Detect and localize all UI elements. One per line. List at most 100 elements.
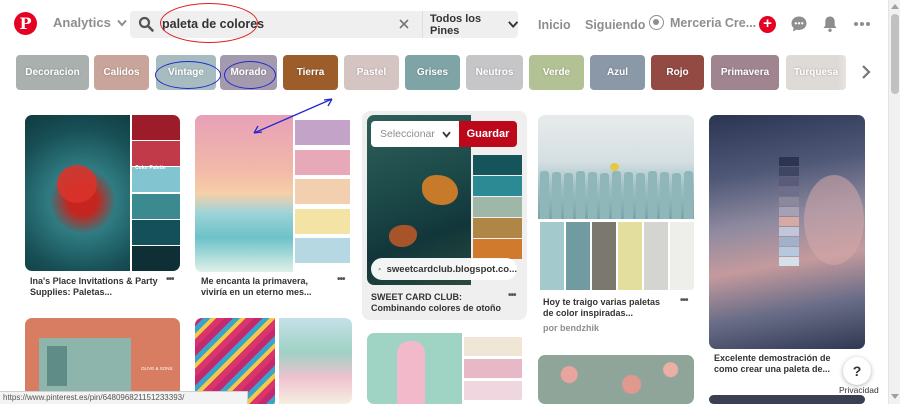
chip-tierra[interactable]: Tierra xyxy=(283,55,338,90)
help-button[interactable]: ? xyxy=(843,357,871,385)
pin-3-link-text: sweetcardclub.blogspot.co... xyxy=(386,263,517,275)
pin-5-palette-swatch xyxy=(779,197,799,206)
chevron-down-icon xyxy=(507,21,518,29)
fence-post xyxy=(600,173,609,219)
pin-4-palette-swatch xyxy=(540,222,564,290)
pin-10-image[interactable] xyxy=(709,395,865,404)
pinterest-logo[interactable]: P xyxy=(14,12,37,35)
more-options-icon[interactable] xyxy=(853,15,871,33)
messages-icon[interactable] xyxy=(790,15,808,33)
pin-2-palette-swatch xyxy=(295,179,350,204)
avatar xyxy=(649,15,664,30)
fence-post xyxy=(684,171,693,219)
pin-2-image[interactable] xyxy=(195,115,352,272)
pin-4-caption[interactable]: Hoy te traigo varias paletas de color in… xyxy=(543,297,673,319)
pin-3-palette-swatch xyxy=(473,176,522,196)
pin-5-palette-swatch xyxy=(779,157,799,166)
search-bar xyxy=(130,11,422,38)
pin-5-caption[interactable]: Excelente demostración de como crear una… xyxy=(714,353,834,375)
create-button[interactable]: + xyxy=(759,16,776,33)
popsicle xyxy=(397,341,425,404)
analytics-label: Analytics xyxy=(53,15,111,30)
pin-1-swatch-label: Color Palette xyxy=(135,165,166,171)
poppy-flower xyxy=(57,165,97,203)
pin-4-image[interactable] xyxy=(538,115,694,292)
chip-vintage[interactable]: Vintage xyxy=(156,55,216,90)
save-button[interactable]: Guardar xyxy=(459,121,517,147)
pin-1-more-icon[interactable]: ••• xyxy=(166,274,174,285)
search-input[interactable] xyxy=(162,14,392,34)
pin-1-palette-swatch xyxy=(132,193,180,219)
pin-5-palette-swatch xyxy=(779,227,799,236)
clear-search-icon[interactable] xyxy=(398,18,410,30)
chip-pastel[interactable]: Pastel xyxy=(344,55,399,90)
fence-post xyxy=(660,172,669,219)
vertical-scrollbar[interactable] xyxy=(888,0,900,404)
pin-4-palette-swatch xyxy=(566,222,590,290)
pin-2-more-icon[interactable]: ••• xyxy=(337,274,345,285)
scroll-down-arrow-icon[interactable] xyxy=(891,394,899,399)
pin-3-palette-swatch xyxy=(473,155,522,175)
pin-1-palette-swatch xyxy=(132,115,180,140)
pin-8-palette-swatch xyxy=(464,337,522,356)
pin-5-palette-swatch xyxy=(779,207,799,216)
scroll-thumb[interactable] xyxy=(891,14,899,94)
profile-link[interactable]: Merceria Cre... xyxy=(649,15,756,30)
nav-following[interactable]: Siguiendo xyxy=(585,18,645,32)
external-link-icon xyxy=(378,267,381,271)
chevron-right-icon[interactable] xyxy=(860,64,872,80)
pin-3-caption[interactable]: SWEET CARD CLUB: Combinando colores de o… xyxy=(371,292,511,314)
pin-1-image[interactable]: Color Palette xyxy=(25,115,180,271)
pin-5-palette-swatch xyxy=(779,217,799,226)
pin-4-more-icon[interactable]: ••• xyxy=(680,295,688,306)
search-scope-label: Todos los Pines xyxy=(430,12,482,37)
search-icon[interactable] xyxy=(138,16,154,32)
pin-2-palette-swatch xyxy=(295,238,350,263)
fence-post xyxy=(552,172,561,219)
pin-9-image[interactable] xyxy=(538,355,694,404)
chip-morado[interactable]: Morado xyxy=(220,55,277,90)
chip-azul[interactable]: Azul xyxy=(590,55,645,90)
board-select-dropdown[interactable]: Seleccionar xyxy=(371,121,459,147)
pin-2-caption[interactable]: Me encanta la primavera, viviría en un e… xyxy=(201,276,329,298)
fence-post xyxy=(576,171,585,219)
scroll-up-arrow-icon[interactable] xyxy=(891,4,899,9)
pin-1-palette-swatch xyxy=(132,246,180,271)
chip-rojo[interactable]: Rojo xyxy=(651,55,704,90)
storefront-door xyxy=(47,346,67,386)
profile-name: Merceria Cre... xyxy=(670,15,757,30)
pin-8-image[interactable] xyxy=(367,333,522,404)
pin-2-palette-swatch xyxy=(295,149,350,175)
nav-home[interactable]: Inicio xyxy=(538,18,571,32)
pin-3-palette-swatch xyxy=(473,197,522,217)
bird xyxy=(610,163,619,171)
pin-3-source-link[interactable]: sweetcardclub.blogspot.co... xyxy=(371,258,517,280)
chip-turquesa[interactable]: Turquesa xyxy=(786,55,846,90)
pin-4-palette-swatch xyxy=(592,222,616,290)
analytics-menu[interactable]: Analytics xyxy=(53,15,127,30)
chip-grises[interactable]: Grises xyxy=(405,55,460,90)
notifications-bell-icon[interactable] xyxy=(821,15,839,33)
fence-post xyxy=(672,173,681,219)
chip-verde[interactable]: Verde xyxy=(529,55,584,90)
chip-decoracion[interactable]: Decoracion xyxy=(16,55,89,90)
pin-5-palette-swatch xyxy=(779,167,799,176)
fence-post xyxy=(612,171,621,219)
pin-3-more-icon[interactable]: ••• xyxy=(508,290,516,301)
pin-4-author[interactable]: por bendzhik xyxy=(543,323,599,333)
chip-primavera[interactable]: Primavera xyxy=(711,55,779,90)
chip-calidos[interactable]: Calidos xyxy=(94,55,149,90)
privacy-link[interactable]: Privacidad xyxy=(839,385,879,395)
pin-1-palette-swatch xyxy=(132,167,180,193)
pin-1-caption[interactable]: Ina's Place Invitations & Party Supplies… xyxy=(30,276,158,298)
pin-4-palette-swatch xyxy=(644,222,668,290)
pin-1-palette-swatch xyxy=(132,219,180,245)
pin-10-photo xyxy=(709,395,865,404)
top-bar: P Analytics Todos los Pines Inicio Sigui… xyxy=(0,0,888,48)
chip-neutros[interactable]: Neutros xyxy=(466,55,523,90)
board-select-label: Seleccionar xyxy=(380,128,435,140)
fence-post xyxy=(564,173,573,219)
search-scope-dropdown[interactable]: Todos los Pines xyxy=(422,11,518,38)
pin-5-image[interactable] xyxy=(709,115,865,349)
cactus-photo xyxy=(538,355,694,404)
